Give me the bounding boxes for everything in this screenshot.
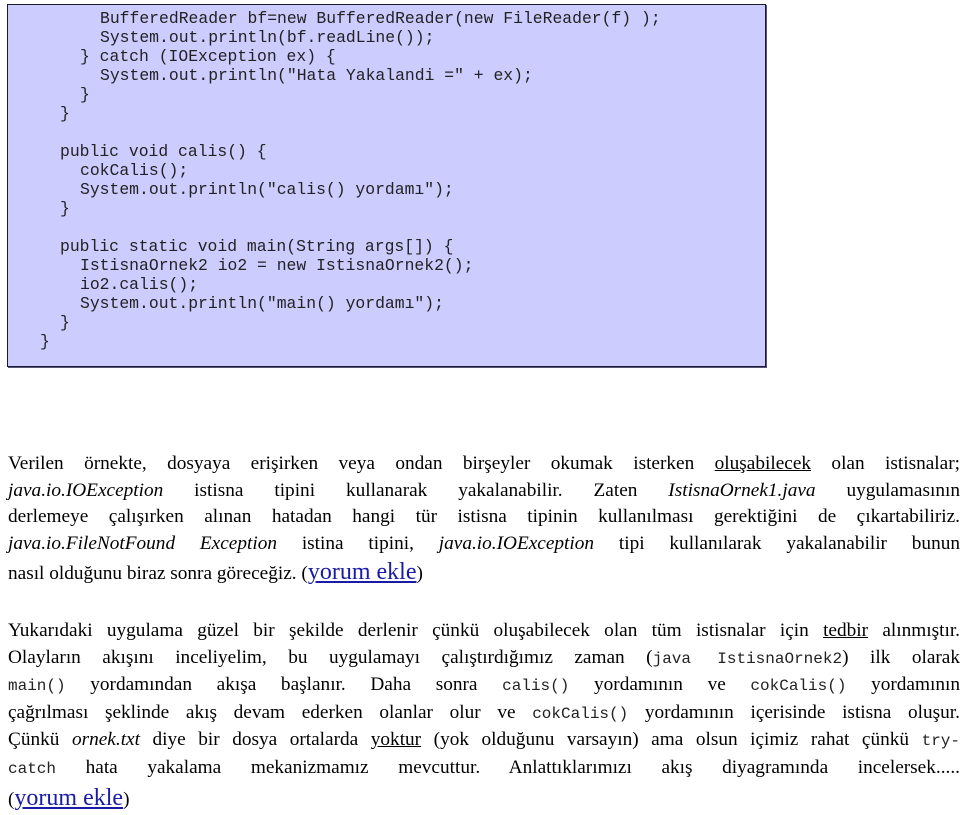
text: istisna tipini kullanarak yakalanabilir.… [163,479,669,501]
code-line: System.out.println("Hata Yakalandi =" + … [100,66,533,85]
text: hata yakalama mekanizmamız mevcuttur. An… [56,756,960,778]
text: yordamının [846,674,960,696]
text: alınmıştır. [868,620,960,641]
paragraph-line: Olayların akışını inceliyelim, bu uygula… [8,645,960,673]
paragraph-line: java.io.IOException istisna tipini kulla… [8,478,960,505]
paragraph-line: Çünkü ornek.txt diye bir dosya ortalarda… [8,727,960,755]
text: yordamının içerisinde istisna oluşur. [628,701,960,723]
text: derlemeye çalışırken alınan hatadan hang… [8,506,960,528]
paragraph-line: Verilen örnekte, dosyaya erişirken veya … [8,451,960,478]
text: ) ilk olarak [842,646,960,668]
inline-code: calis() [502,677,570,696]
text: nasıl olduğunu biraz sonra göreceğiz. ( [8,563,308,585]
text: diye bir dosya ortalarda [139,729,371,751]
add-comment-link[interactable]: yorum ekle [308,559,417,585]
add-comment-link[interactable]: yorum ekle [14,785,123,811]
class-name: java.io.IOException [8,479,164,501]
text: yordamının ve [569,674,751,696]
text: ) [416,563,423,585]
file-name: IstisnaOrnek1.java [668,479,816,501]
text: Çünkü [8,729,72,751]
text: tipi kullanılarak yakalanabilir bunun [594,532,960,554]
paragraph-exception-types: Verilen örnekte, dosyaya erişirken veya … [8,451,960,589]
code-line: IstisnaOrnek2 io2 = new IstisnaOrnek2(); [80,256,474,275]
inline-code: catch [8,759,57,778]
code-line: io2.calis(); [80,275,199,294]
inline-code: try- [921,732,960,751]
paragraph-line: derlemeye çalışırken alınan hatadan hang… [8,504,960,531]
paragraph-line: (yorum ekle) [8,783,960,815]
underlined-term: oluşabilecek [714,453,812,474]
inline-code: main() [8,677,66,696]
paragraph-line: Yukarıdaki uygulama güzel bir şekilde de… [8,618,960,645]
text: yordamından akışa başlanır. Daha sonra [65,674,503,696]
code-block: BufferedReader bf=new BufferedReader(new… [7,4,766,367]
paragraph-line: main() yordamından akışa başlanır. Daha … [8,672,960,700]
text: uygulamasının [815,479,960,501]
code-line: public void calis() { [60,142,267,161]
paragraph-line: nasıl olduğunu biraz sonra göreceğiz. (y… [8,557,960,589]
text: (yok olduğunu varsayın) ama olsun içimiz… [421,729,922,751]
code-line: System.out.println("calis() yordamı"); [80,180,454,199]
inline-code: java IstisnaOrnek2 [652,649,843,668]
text: istina tipini, [277,532,439,554]
code-line: public static void main(String args[]) { [60,237,454,256]
text: Verilen örnekte, dosyaya erişirken veya … [8,453,715,474]
text: çağrılması şeklinde akış devam ederken o… [8,701,533,723]
text: ) [123,788,130,810]
inline-code: cokCalis() [532,704,629,723]
paragraph-line: java.io.FileNotFound Exception istina ti… [8,531,960,558]
code-line: BufferedReader bf=new BufferedReader(new… [100,9,661,28]
text: Olayların akışını inceliyelim, bu uygula… [8,646,653,668]
underlined-term: tedbir [823,620,869,641]
underlined-term: yoktur [370,729,422,751]
code-line: } catch (IOException ex) { [80,47,336,66]
paragraph-line: çağrılması şeklinde akış devam ederken o… [8,700,960,728]
code-line: } [60,199,70,218]
code-line: System.out.println("main() yordamı"); [80,294,444,313]
text: olan istisnalar; [811,453,960,474]
code-line: } [60,313,70,332]
text: Yukarıdaki uygulama güzel bir şekilde de… [8,620,824,641]
paragraph-program-flow: Yukarıdaki uygulama güzel bir şekilde de… [8,618,960,815]
code-line: cokCalis(); [80,161,189,180]
code-line: System.out.println(bf.readLine()); [100,28,435,47]
code-line: } [80,85,90,104]
code-line: } [40,332,50,351]
class-name: java.io.FileNotFound Exception [8,532,277,554]
file-name: ornek.txt [71,729,140,751]
paragraph-line: catch hata yakalama mekanizmamız mevcutt… [8,755,960,783]
class-name: java.io.IOException [438,532,595,554]
inline-code: cokCalis() [750,677,847,696]
code-line: } [60,104,70,123]
